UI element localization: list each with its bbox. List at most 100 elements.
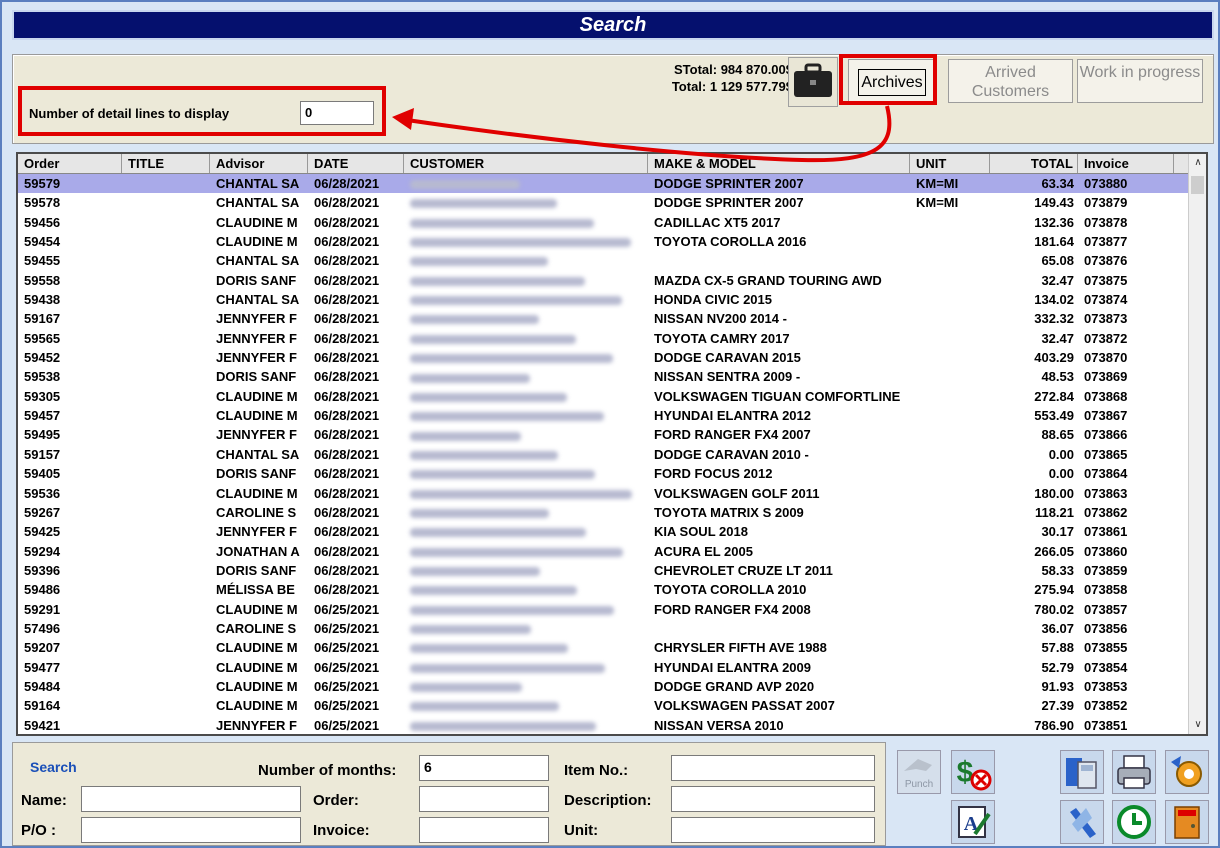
customer-cell xyxy=(404,580,648,599)
edit-document-button[interactable]: A xyxy=(951,800,995,844)
col-invoice[interactable]: Invoice xyxy=(1078,154,1174,173)
table-row[interactable]: 59305 CLAUDINE M 06/28/2021 VOLKSWAGEN TIGU… xyxy=(18,387,1206,406)
make-model-cell: VOLKSWAGEN TIGUAN COMFORTLINE xyxy=(654,388,901,404)
table-row[interactable]: 59538 DORIS SANF 06/28/2021 NISSAN SENTRA 2… xyxy=(18,367,1206,386)
title-cell xyxy=(122,329,210,348)
total-cell: 58.33 xyxy=(1041,562,1074,578)
table-row[interactable]: 59452 JENNYFER F 06/28/2021 DODGE CARAVAN 2… xyxy=(18,348,1206,367)
table-row[interactable]: 59164 CLAUDINE M 06/25/2021 VOLKSWAGEN PASS… xyxy=(18,696,1206,715)
months-input[interactable]: 6 xyxy=(419,755,549,781)
briefcase-button[interactable] xyxy=(788,57,838,107)
description-input[interactable] xyxy=(671,786,875,812)
po-label: P/O : xyxy=(21,822,57,839)
arrived-customers-button[interactable]: Arrived Customers xyxy=(948,59,1073,103)
redacted-name xyxy=(410,566,540,576)
table-row[interactable]: 59438 CHANTAL SA 06/28/2021 HONDA CIVIC 201… xyxy=(18,290,1206,309)
unit-input[interactable] xyxy=(671,817,875,843)
make-model-cell: HYUNDAI ELANTRA 2009 xyxy=(654,659,811,675)
title-cell xyxy=(122,580,210,599)
table-row[interactable]: 59578 CHANTAL SA 06/28/2021 DODGE SPRINTER … xyxy=(18,193,1206,212)
cancel-payment-button[interactable]: $ xyxy=(951,750,995,794)
exit-button[interactable] xyxy=(1165,800,1209,844)
table-row[interactable]: 59484 CLAUDINE M 06/25/2021 DODGE GRAND AVP… xyxy=(18,677,1206,696)
table-row[interactable]: 59396 DORIS SANF 06/28/2021 CHEVROLET CRUZE… xyxy=(18,561,1206,580)
clock-button[interactable] xyxy=(1112,800,1156,844)
table-row[interactable]: 59495 JENNYFER F 06/28/2021 FORD RANGER FX4… xyxy=(18,425,1206,444)
table-row[interactable]: 59486 MÉLISSA BE 06/28/2021 TOYOTA COROLLA … xyxy=(18,580,1206,599)
scroll-up-icon[interactable]: ∧ xyxy=(1189,154,1206,172)
table-row[interactable]: 59454 CLAUDINE M 06/28/2021 TOYOTA COROLLA … xyxy=(18,232,1206,251)
col-order[interactable]: Order xyxy=(18,154,122,173)
order-cell: 59454 xyxy=(24,234,61,250)
table-row[interactable]: 59558 DORIS SANF 06/28/2021 MAZDA CX-5 GRAN… xyxy=(18,271,1206,290)
table-row[interactable]: 59536 CLAUDINE M 06/28/2021 VOLKSWAGEN GOLF… xyxy=(18,484,1206,503)
title-cell xyxy=(122,406,210,425)
col-total[interactable]: TOTAL xyxy=(990,154,1078,173)
col-make-model[interactable]: MAKE & MODEL xyxy=(648,154,910,173)
punch-button[interactable]: Punch xyxy=(897,750,941,794)
vertical-scrollbar[interactable]: ∧ ∨ xyxy=(1188,154,1206,734)
table-row[interactable]: 59421 JENNYFER F 06/25/2021 NISSAN VERSA 20… xyxy=(18,716,1206,734)
scroll-thumb[interactable] xyxy=(1191,176,1204,194)
description-label: Description: xyxy=(564,792,652,809)
table-row[interactable]: 59207 CLAUDINE M 06/25/2021 CHRYSLER FIFTH … xyxy=(18,638,1206,657)
unit-cell xyxy=(910,348,990,367)
print-button[interactable] xyxy=(1112,750,1156,794)
order-cell: 59457 xyxy=(24,408,61,424)
customer-cell xyxy=(404,271,648,290)
unit-cell xyxy=(910,561,990,580)
redacted-name xyxy=(410,721,596,731)
col-customer[interactable]: CUSTOMER xyxy=(404,154,648,173)
order-cell: 59207 xyxy=(24,640,61,656)
order-input[interactable] xyxy=(419,786,549,812)
title-cell xyxy=(122,367,210,386)
customer-cell xyxy=(404,503,648,522)
table-row[interactable]: 59267 CAROLINE S 06/28/2021 TOYOTA MATRIX S… xyxy=(18,503,1206,522)
advisor-cell: CLAUDINE M xyxy=(216,234,298,250)
table-row[interactable]: 59294 JONATHAN A 06/28/2021 ACURA EL 2005 26… xyxy=(18,542,1206,561)
scroll-down-icon[interactable]: ∨ xyxy=(1189,716,1206,734)
date-cell: 06/28/2021 xyxy=(314,292,380,308)
make-model-cell: TOYOTA CAMRY 2017 xyxy=(654,330,790,346)
total-cell: 181.64 xyxy=(1034,234,1074,250)
advisor-cell: JENNYFER F xyxy=(216,524,297,540)
tools-button[interactable] xyxy=(1060,800,1104,844)
invoice-cell: 073851 xyxy=(1084,717,1128,733)
col-advisor[interactable]: Advisor xyxy=(210,154,308,173)
unit-cell xyxy=(910,232,990,251)
customer-cell xyxy=(404,387,648,406)
table-row[interactable]: 59457 CLAUDINE M 06/28/2021 HYUNDAI ELANTRA… xyxy=(18,406,1206,425)
po-input[interactable] xyxy=(81,817,301,843)
make-model-cell: TOYOTA COROLLA 2016 xyxy=(654,234,807,250)
advisor-cell: CLAUDINE M xyxy=(216,214,298,230)
invoice-input[interactable] xyxy=(419,817,549,843)
item-no-input[interactable] xyxy=(671,755,875,781)
table-row[interactable]: 59579 CHANTAL SA 06/28/2021 DODGE SPRINTER … xyxy=(18,174,1206,194)
title-cell xyxy=(122,387,210,406)
table-row[interactable]: 59565 JENNYFER F 06/28/2021 TOYOTA CAMRY 20… xyxy=(18,329,1206,348)
table-row[interactable]: 59425 JENNYFER F 06/28/2021 KIA SOUL 2018 30… xyxy=(18,522,1206,541)
exit-door-icon xyxy=(1174,806,1200,839)
total-cell: 65.08 xyxy=(1041,253,1074,269)
table-row[interactable]: 59456 CLAUDINE M 06/28/2021 CADILLAC XT5 20… xyxy=(18,213,1206,232)
col-date[interactable]: DATE xyxy=(308,154,404,173)
name-input[interactable] xyxy=(81,786,301,812)
table-row[interactable]: 59157 CHANTAL SA 06/28/2021 DODGE CARAVAN 2… xyxy=(18,445,1206,464)
table-row[interactable]: 59167 JENNYFER F 06/28/2021 NISSAN NV200 20… xyxy=(18,309,1206,328)
settings-button[interactable] xyxy=(1165,750,1209,794)
col-unit[interactable]: UNIT xyxy=(910,154,990,173)
calculator-button[interactable] xyxy=(1060,750,1104,794)
col-title[interactable]: TITLE xyxy=(122,154,210,173)
order-cell: 59455 xyxy=(24,253,61,269)
redacted-name xyxy=(410,218,594,228)
table-row[interactable]: 59405 DORIS SANF 06/28/2021 FORD FOCUS 2012… xyxy=(18,464,1206,483)
table-row[interactable]: 59477 CLAUDINE M 06/25/2021 HYUNDAI ELANTRA… xyxy=(18,658,1206,677)
table-row[interactable]: 57496 CAROLINE S 06/25/2021 36.07 073856 xyxy=(18,619,1206,638)
orders-table: Order TITLE Advisor DATE CUSTOMER MAKE &… xyxy=(16,152,1208,736)
highlight-archives-box xyxy=(839,54,937,105)
date-cell: 06/28/2021 xyxy=(314,214,380,230)
work-in-progress-button[interactable]: Work in progress xyxy=(1077,59,1203,103)
table-row[interactable]: 59291 CLAUDINE M 06/25/2021 FORD RANGER FX4… xyxy=(18,600,1206,619)
table-row[interactable]: 59455 CHANTAL SA 06/28/2021 65.08 073876 xyxy=(18,251,1206,270)
name-label: Name: xyxy=(21,792,67,809)
